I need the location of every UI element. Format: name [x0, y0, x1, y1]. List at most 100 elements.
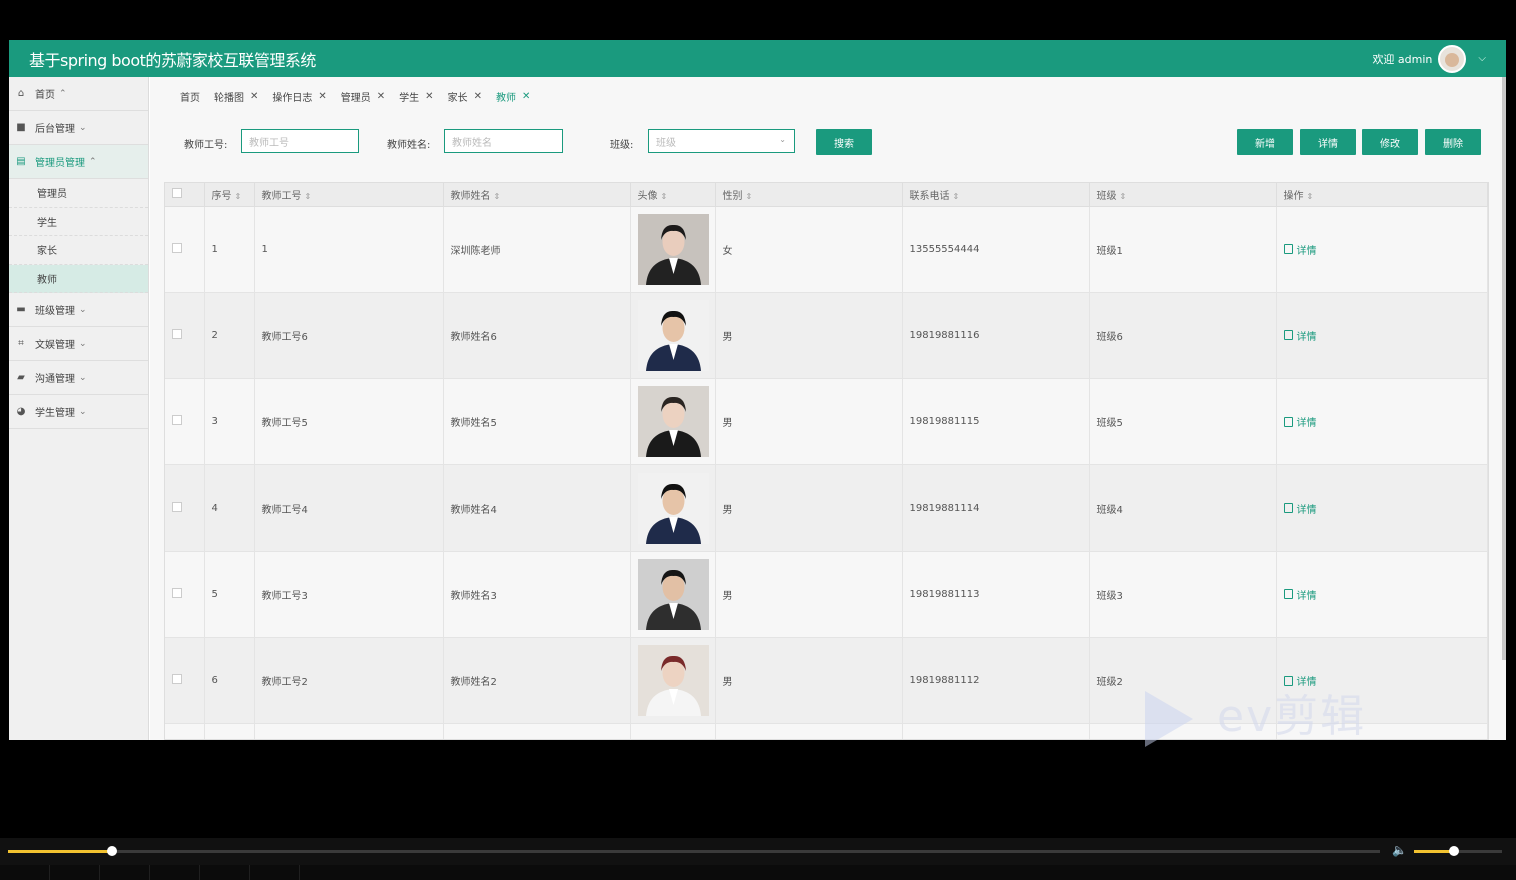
row-checkbox[interactable]: [165, 292, 205, 380]
app-header: 基于spring boot的苏蔚家校互联管理系统 欢迎 admin ⌵: [9, 40, 1506, 77]
column-header[interactable]: 教师姓名 ⇕: [443, 183, 631, 207]
cell-avatar: [630, 378, 716, 466]
column-header[interactable]: 操作 ⇕: [1276, 183, 1488, 207]
teacher-id-input[interactable]: 教师工号: [241, 129, 359, 153]
tab-operation-log[interactable]: 操作日志 ✕: [272, 89, 326, 104]
volume-track[interactable]: [1414, 846, 1502, 856]
close-icon[interactable]: ✕: [318, 91, 326, 102]
cell-teacher-id: 教师工号2: [254, 637, 444, 725]
sidebar-item-label: 管理员管理: [35, 158, 85, 169]
row-detail-link[interactable]: 详情: [1283, 328, 1488, 343]
column-header[interactable]: 性别 ⇕: [715, 183, 903, 207]
tab-label: 学生: [399, 92, 420, 104]
sidebar-item-communication[interactable]: ▰ 沟通管理 ⌄: [9, 361, 148, 395]
avatar[interactable]: [1438, 44, 1467, 73]
tab-student[interactable]: 学生 ✕: [399, 89, 433, 104]
row-detail-link[interactable]: 详情: [1283, 587, 1488, 602]
detail-button[interactable]: 详情: [1300, 129, 1356, 155]
select-all-checkbox[interactable]: [165, 183, 205, 207]
sidebar-subitem-parent[interactable]: 家长: [9, 236, 148, 265]
sort-icon: ⇕: [952, 191, 960, 201]
class-select-placeholder: 班级: [656, 137, 676, 149]
sort-icon: ⇕: [234, 191, 242, 201]
row-checkbox[interactable]: [165, 464, 205, 552]
table-row[interactable]: 6 教师工号2 教师姓名2 男 19819881112 班级2 详情: [165, 637, 1488, 725]
app-title: 基于spring boot的苏蔚家校互联管理系统: [29, 50, 316, 70]
volume-icon[interactable]: 🔈: [1392, 843, 1407, 857]
close-icon[interactable]: ✕: [250, 91, 258, 102]
row-detail-link[interactable]: 详情: [1283, 673, 1488, 688]
sidebar-item-label: 后台管理: [35, 124, 75, 135]
table-row[interactable]: [165, 723, 1488, 739]
table-row[interactable]: 5 教师工号3 教师姓名3 男 19819881113 班级3 详情: [165, 551, 1488, 638]
cell-teacher-id: 1: [254, 206, 444, 293]
column-header[interactable]: 头像 ⇕: [630, 183, 716, 207]
search-bar: 教师工号: 教师工号 教师姓名: 教师姓名 班级: 班级 ⌄ 搜索 新增 详情 …: [150, 129, 1506, 155]
table-row[interactable]: 2 教师工号6 教师姓名6 男 19819881116 班级6 详情: [165, 292, 1488, 380]
sidebar-item-label: 文娱管理: [35, 340, 75, 351]
table-row[interactable]: 1 1 深圳陈老师女 13555554444 班级1 详情: [165, 206, 1488, 293]
column-header[interactable]: 教师工号 ⇕: [254, 183, 444, 207]
column-header[interactable]: 班级 ⇕: [1089, 183, 1277, 207]
close-icon[interactable]: ✕: [474, 91, 482, 102]
cell-teacher-id: 教师工号5: [254, 378, 444, 466]
row-checkbox[interactable]: [165, 551, 205, 638]
cell-gender: 男: [715, 551, 903, 638]
sidebar-subitem-student[interactable]: 学生: [9, 208, 148, 236]
sidebar-subitem-teacher[interactable]: 教师: [9, 264, 148, 293]
sidebar-item-label: 首页: [35, 90, 55, 101]
tab-home[interactable]: 首页: [180, 89, 200, 104]
user-menu[interactable]: 欢迎 admin ⌵: [1372, 44, 1486, 73]
table-row[interactable]: 3 教师工号5 教师姓名5 男 19819881115 班级5 详情: [165, 378, 1488, 466]
row-checkbox[interactable]: [165, 206, 205, 293]
sidebar-item-home[interactable]: ⌂ 首页 ⌃: [9, 77, 148, 111]
chevron-down-icon[interactable]: ⌵: [1478, 53, 1486, 64]
close-icon[interactable]: ✕: [377, 91, 385, 102]
close-icon[interactable]: ✕: [425, 91, 433, 102]
chevron-up-icon: ⌃: [59, 88, 67, 99]
tab-carousel[interactable]: 轮播图 ✕: [214, 89, 258, 104]
tab-teacher[interactable]: 教师 ✕: [496, 89, 530, 104]
search-button[interactable]: 搜索: [816, 129, 872, 155]
cell-actions: 详情: [1276, 292, 1488, 380]
cell-phone: 19819881114: [902, 464, 1090, 552]
column-header[interactable]: 联系电话 ⇕: [902, 183, 1090, 207]
cell-class: 班级4: [1089, 464, 1277, 552]
row-checkbox[interactable]: [165, 378, 205, 466]
sidebar-item-class-management[interactable]: ▬ 班级管理 ⌄: [9, 293, 148, 327]
teacher-name-input[interactable]: 教师姓名: [444, 129, 563, 153]
add-button[interactable]: 新增: [1237, 129, 1293, 155]
delete-button[interactable]: 删除: [1425, 129, 1481, 155]
column-header[interactable]: 序号 ⇕: [204, 183, 255, 207]
chevron-down-icon: ⌄: [79, 406, 87, 417]
sidebar-item-student-management[interactable]: ◕ 学生管理 ⌄: [9, 395, 148, 429]
sidebar-item-label: 班级管理: [35, 306, 75, 317]
row-checkbox[interactable]: [165, 637, 205, 725]
edit-button[interactable]: 修改: [1362, 129, 1418, 155]
volume-handle[interactable]: [1448, 846, 1459, 856]
cell-class: 班级2: [1089, 637, 1277, 725]
close-icon[interactable]: ✕: [522, 91, 530, 102]
cell-teacher-id: 教师工号6: [254, 292, 444, 380]
tab-label: 教师: [495, 92, 516, 104]
cell-teacher-name: 教师姓名2: [443, 637, 631, 725]
sidebar-item-backend[interactable]: ■ 后台管理 ⌄: [9, 111, 148, 145]
progress-track[interactable]: [8, 846, 1380, 856]
chevron-down-icon: ⌄: [79, 372, 87, 383]
tab-parent[interactable]: 家长 ✕: [448, 89, 482, 104]
sidebar-item-entertainment[interactable]: ⌗ 文娱管理 ⌄: [9, 327, 148, 361]
row-detail-link[interactable]: 详情: [1283, 501, 1488, 516]
sidebar-subitem-admin[interactable]: 管理员: [9, 179, 148, 208]
document-icon: [1283, 244, 1293, 255]
row-detail-link[interactable]: 详情: [1283, 242, 1488, 257]
sidebar-item-admin-management[interactable]: ▤ 管理员管理 ⌃: [9, 145, 148, 179]
tab-admin[interactable]: 管理员 ✕: [341, 89, 385, 104]
sidebar: ⌂ 首页 ⌃ ■ 后台管理 ⌄ ▤ 管理员管理 ⌃ 管理员 学生 家长 教师 ▬…: [9, 77, 149, 740]
row-detail-link[interactable]: 详情: [1283, 414, 1488, 429]
scrollbar[interactable]: [1502, 77, 1506, 660]
document-icon: [1283, 416, 1293, 427]
table-row[interactable]: 4 教师工号4 教师姓名4 男 19819881114 班级4 详情: [165, 464, 1488, 552]
class-select[interactable]: 班级 ⌄: [648, 129, 795, 153]
progress-handle[interactable]: [107, 846, 118, 856]
main-content: 首页 轮播图 ✕ 操作日志 ✕ 管理员 ✕ 学生 ✕ 家长 ✕ 教师 ✕ 教师工号: 教师工…: [150, 77, 1506, 740]
